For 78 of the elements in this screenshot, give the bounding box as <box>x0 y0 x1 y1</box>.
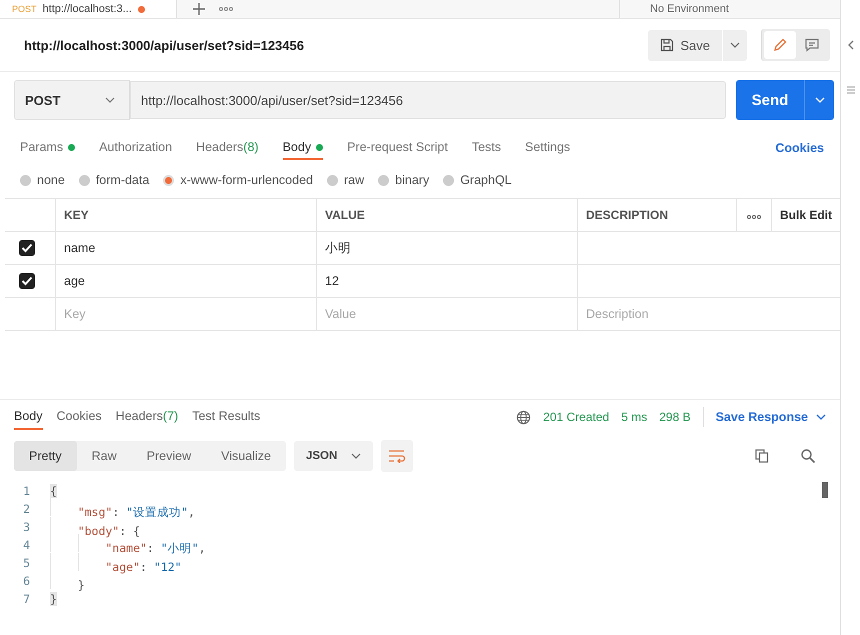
view-mode-tab[interactable]: Preview <box>132 441 206 471</box>
save-response-button[interactable]: Save Response <box>716 410 826 424</box>
row-checkbox[interactable] <box>19 240 35 256</box>
table-cell: name <box>56 232 316 264</box>
body-type-radio[interactable]: raw <box>327 173 364 187</box>
caret-icon <box>730 42 740 48</box>
add-tab-icon[interactable] <box>193 3 205 15</box>
edit-mode-button[interactable] <box>764 31 796 59</box>
checkmark-icon <box>21 243 33 253</box>
caret-icon <box>351 453 362 459</box>
body-type-radio[interactable]: form-data <box>78 173 150 187</box>
response-tab[interactable]: Test Results <box>192 404 260 430</box>
table-cell: 12 <box>316 264 578 298</box>
line-number: 6 <box>22 574 31 588</box>
response-time: 5 ms <box>621 410 648 424</box>
response-tab[interactable]: Cookies <box>56 404 102 430</box>
body-type-radio[interactable]: binary <box>378 173 430 187</box>
cookies-link[interactable]: Cookies <box>775 141 824 155</box>
request-tab[interactable]: Body <box>282 136 324 160</box>
tab-method: POST <box>12 4 37 14</box>
column-header: DESCRIPTION <box>578 198 736 232</box>
pencil-icon <box>772 37 788 53</box>
save-button[interactable]: Save <box>648 30 722 60</box>
line-number: 7 <box>22 592 31 606</box>
environment-select[interactable]: No Environment <box>619 0 840 18</box>
response-tab[interactable]: Body <box>14 404 42 430</box>
request-tab[interactable]: Tests <box>472 136 501 160</box>
method-select[interactable]: POST <box>14 80 130 120</box>
checkmark-icon <box>21 276 33 286</box>
list-icon[interactable] <box>846 86 856 94</box>
code-line: } <box>50 570 85 592</box>
column-header: KEY <box>56 198 316 232</box>
request-tab[interactable]: Params <box>20 136 76 160</box>
table-cell: 小明 <box>316 232 578 264</box>
search-icon[interactable] <box>800 448 816 464</box>
request-tab[interactable]: POST http://localhost:3... <box>0 0 177 18</box>
request-tab[interactable]: Settings <box>525 136 570 160</box>
column-header: VALUE <box>316 198 578 232</box>
code-line: "msg": "设置成功", <box>50 498 195 520</box>
collapse-icon[interactable] <box>846 40 854 50</box>
bulk-edit-link[interactable]: Bulk Edit <box>772 198 840 232</box>
line-number: 1 <box>22 484 31 498</box>
table-cell: age <box>56 264 316 298</box>
more-icon[interactable] <box>219 7 233 11</box>
url-field[interactable]: http://localhost:3000/api/user/set?sid=123456 <box>130 81 726 119</box>
request-tab[interactable]: Headers(8) <box>196 136 259 160</box>
globe-icon[interactable] <box>516 410 532 424</box>
request-title: http://localhost:3000/api/user/set?sid=123456 <box>24 38 305 52</box>
view-mode-tab[interactable]: Visualize <box>206 441 286 471</box>
caret-icon <box>816 414 826 420</box>
code-line: "age": "12" <box>50 552 182 574</box>
copy-icon[interactable] <box>754 448 770 464</box>
row-checkbox[interactable] <box>19 273 35 289</box>
wrap-lines-button[interactable] <box>381 440 414 472</box>
scrollbar-thumb[interactable] <box>822 482 828 498</box>
wrap-icon <box>388 449 406 463</box>
caret-icon <box>814 97 824 103</box>
line-number: 2 <box>22 502 31 516</box>
tab-title: http://localhost:3... <box>42 3 132 15</box>
save-icon <box>660 38 674 52</box>
body-type-radio[interactable]: x-www-form-urlencoded <box>163 173 313 187</box>
line-number: 3 <box>22 520 31 534</box>
request-tab[interactable]: Pre-request Script <box>347 136 448 160</box>
request-tab[interactable]: Authorization <box>99 136 172 160</box>
comment-icon <box>804 37 820 53</box>
body-type-radio[interactable]: none <box>20 173 65 187</box>
body-type-radio[interactable]: GraphQL <box>443 173 512 187</box>
caret-icon <box>105 97 115 103</box>
more-icon[interactable] <box>747 215 761 219</box>
format-select[interactable]: JSON <box>294 441 374 471</box>
response-tab[interactable]: Headers(7) <box>116 404 178 430</box>
line-number: 5 <box>22 556 31 570</box>
view-mode-tab[interactable]: Pretty <box>14 441 77 471</box>
status-code: 201 Created <box>543 410 610 424</box>
response-size: 298 B <box>659 410 691 424</box>
line-number: 4 <box>22 538 31 552</box>
send-button[interactable]: Send <box>736 80 804 120</box>
view-mode-tab[interactable]: Raw <box>76 441 132 471</box>
